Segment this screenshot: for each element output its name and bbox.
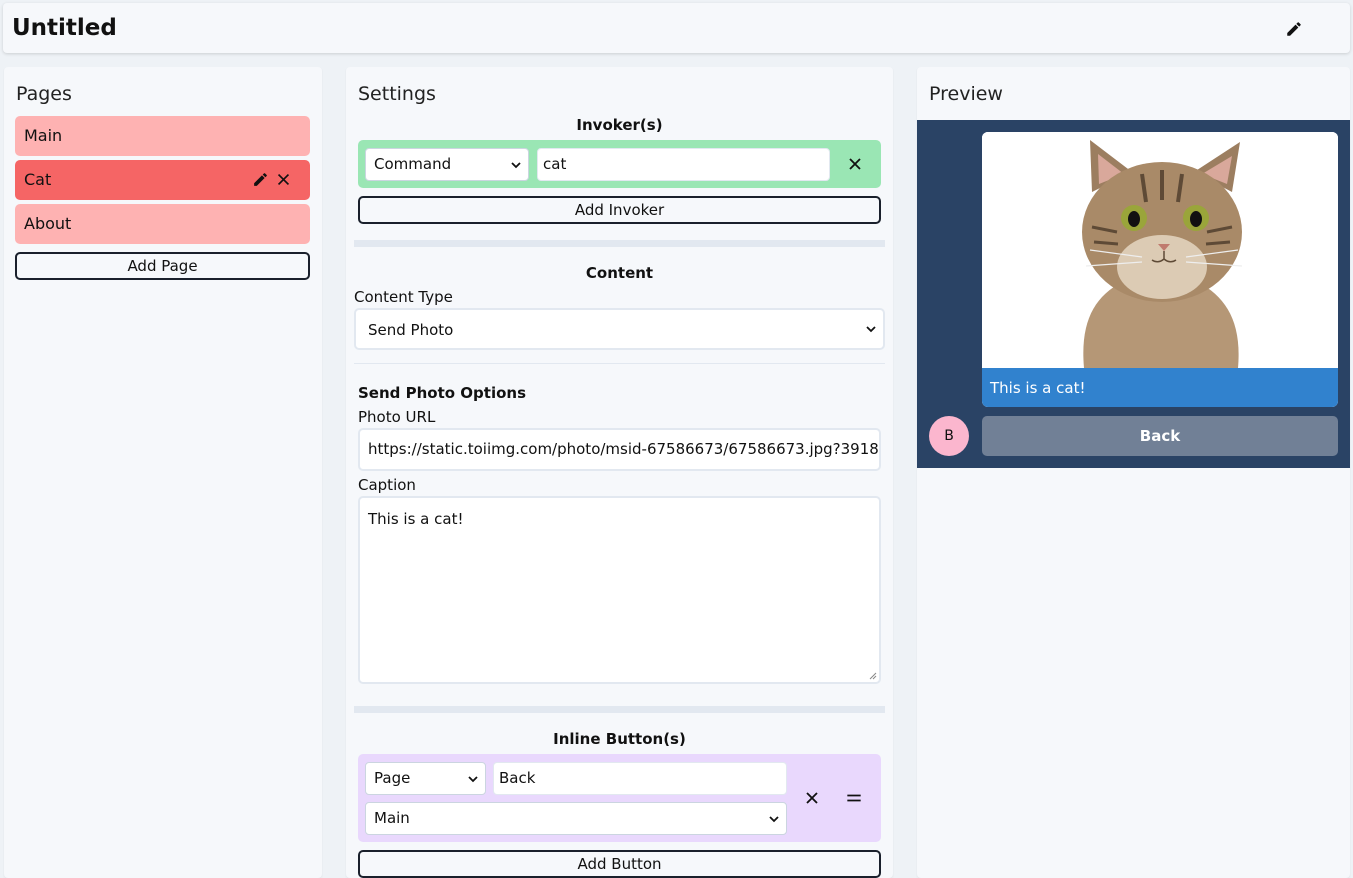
chevron-down-icon	[866, 326, 876, 333]
caption-label: Caption	[358, 476, 416, 494]
photo-url-label: Photo URL	[358, 408, 436, 426]
invoker-value-text: cat	[543, 155, 567, 173]
invoker-value-input[interactable]: cat	[537, 148, 830, 181]
content-heading: Content	[585, 264, 654, 282]
section-divider	[354, 706, 885, 713]
message-bubble: This is a cat!	[982, 132, 1338, 407]
invoker-type-value: Command	[374, 155, 452, 173]
inline-buttons-heading: Inline Button(s)	[553, 730, 686, 748]
page-item-label: Main	[24, 126, 63, 145]
close-icon[interactable]	[275, 171, 292, 188]
chevron-down-icon	[769, 815, 779, 822]
invokers-heading: Invoker(s)	[576, 116, 663, 134]
remove-button-icon[interactable]	[802, 788, 822, 808]
section-divider	[354, 240, 885, 247]
photo-caption: This is a cat!	[982, 368, 1338, 407]
invoker-type-select[interactable]: Command	[365, 148, 529, 181]
add-page-button[interactable]: Add Page	[15, 252, 310, 280]
settings-title: Settings	[358, 83, 436, 105]
top-bar: Untitled	[3, 3, 1350, 53]
caption-textarea[interactable]: This is a cat!	[358, 496, 881, 684]
photo-options-heading: Send Photo Options	[358, 384, 527, 402]
page-item-cat[interactable]: Cat	[15, 160, 310, 200]
caption-value: This is a cat!	[368, 510, 464, 528]
pencil-icon[interactable]	[1285, 20, 1303, 38]
pages-panel: Pages Main Cat About Add Page	[4, 67, 322, 878]
button-text-input[interactable]: Back	[493, 762, 787, 795]
chevron-down-icon	[511, 161, 521, 168]
preview-panel: Preview This is a cat! B Back	[917, 67, 1350, 878]
cat-photo	[982, 132, 1338, 368]
button-target-value: Main	[374, 809, 410, 827]
project-title: Untitled	[12, 15, 117, 41]
button-text-value: Back	[499, 769, 536, 787]
drag-handle-icon[interactable]	[844, 788, 864, 808]
chat-preview: This is a cat! B Back	[917, 120, 1350, 468]
resize-handle-icon[interactable]	[868, 671, 877, 680]
page-item-label: Cat	[24, 170, 52, 189]
pages-title: Pages	[16, 83, 72, 105]
button-type-value: Page	[374, 769, 411, 787]
content-type-value: Send Photo	[368, 321, 454, 339]
photo-url-input[interactable]: https://static.toiimg.com/photo/msid-675…	[358, 428, 881, 471]
page-item-main[interactable]: Main	[15, 116, 310, 156]
preview-title: Preview	[929, 83, 1003, 105]
content-type-select[interactable]: Send Photo	[354, 308, 885, 350]
button-target-select[interactable]: Main	[365, 802, 787, 835]
pencil-icon[interactable]	[252, 171, 269, 188]
chevron-down-icon	[468, 775, 478, 782]
page-item-label: About	[24, 214, 72, 233]
button-type-select[interactable]: Page	[365, 762, 486, 795]
inline-button-row: Page Back Main	[358, 754, 881, 842]
add-button-button[interactable]: Add Button	[358, 850, 881, 878]
inline-back-button[interactable]: Back	[982, 416, 1338, 456]
remove-invoker-icon[interactable]	[845, 154, 865, 174]
page-item-about[interactable]: About	[15, 204, 310, 244]
section-divider	[354, 363, 885, 364]
add-invoker-button[interactable]: Add Invoker	[358, 196, 881, 224]
photo-url-value: https://static.toiimg.com/photo/msid-675…	[368, 440, 881, 458]
invoker-row: Command cat	[358, 140, 881, 188]
content-type-label: Content Type	[354, 288, 453, 306]
settings-panel: Settings Invoker(s) Command cat Add Invo…	[346, 67, 893, 878]
avatar: B	[929, 416, 969, 456]
